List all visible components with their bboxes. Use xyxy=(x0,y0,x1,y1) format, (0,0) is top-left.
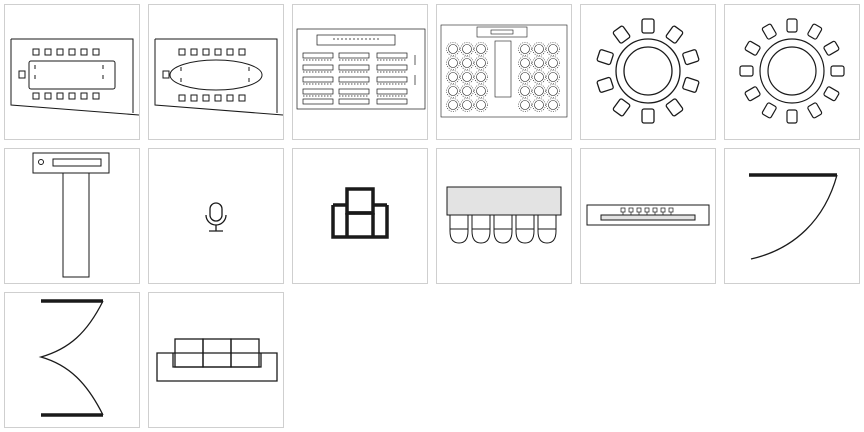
palette-tile-boardroom-oval[interactable] xyxy=(148,4,284,140)
boardroom-oval-table-icon xyxy=(154,38,283,116)
round-table-12-chairs-icon xyxy=(739,18,845,124)
round-table-10-chairs-icon xyxy=(596,18,700,124)
palette-tile-round-12[interactable] xyxy=(724,4,860,140)
classroom-layout-icon xyxy=(296,28,426,110)
palette-tile-long-table-chairs[interactable] xyxy=(580,148,716,284)
layout-palette-grid xyxy=(0,0,864,432)
boardroom-rectangular-table-icon xyxy=(10,38,139,116)
palette-tile-table-5-chairs[interactable] xyxy=(436,148,572,284)
t-shape-head-table-icon xyxy=(32,152,110,278)
sofa-icon xyxy=(156,338,278,382)
palette-tile-classroom[interactable] xyxy=(292,4,428,140)
table-with-five-chairs-icon xyxy=(446,186,562,244)
palette-tile-armchair[interactable] xyxy=(292,148,428,284)
curved-wall-segment-icon xyxy=(749,173,838,260)
palette-tile-banquet[interactable] xyxy=(436,4,572,140)
palette-tile-round-10[interactable] xyxy=(580,4,716,140)
long-table-with-chairs-icon xyxy=(586,204,710,226)
double-curved-wall-icon xyxy=(38,299,104,417)
armchair-icon xyxy=(331,187,389,239)
palette-tile-double-curved-wall[interactable] xyxy=(4,292,140,428)
palette-tile-boardroom-rect[interactable] xyxy=(4,4,140,140)
palette-tile-head-table-t[interactable] xyxy=(4,148,140,284)
palette-tile-curved-wall-right[interactable] xyxy=(724,148,860,284)
microphone-icon xyxy=(205,202,227,232)
palette-tile-microphone[interactable] xyxy=(148,148,284,284)
palette-tile-sofa[interactable] xyxy=(148,292,284,428)
banquet-round-tables-layout-icon xyxy=(440,24,568,118)
